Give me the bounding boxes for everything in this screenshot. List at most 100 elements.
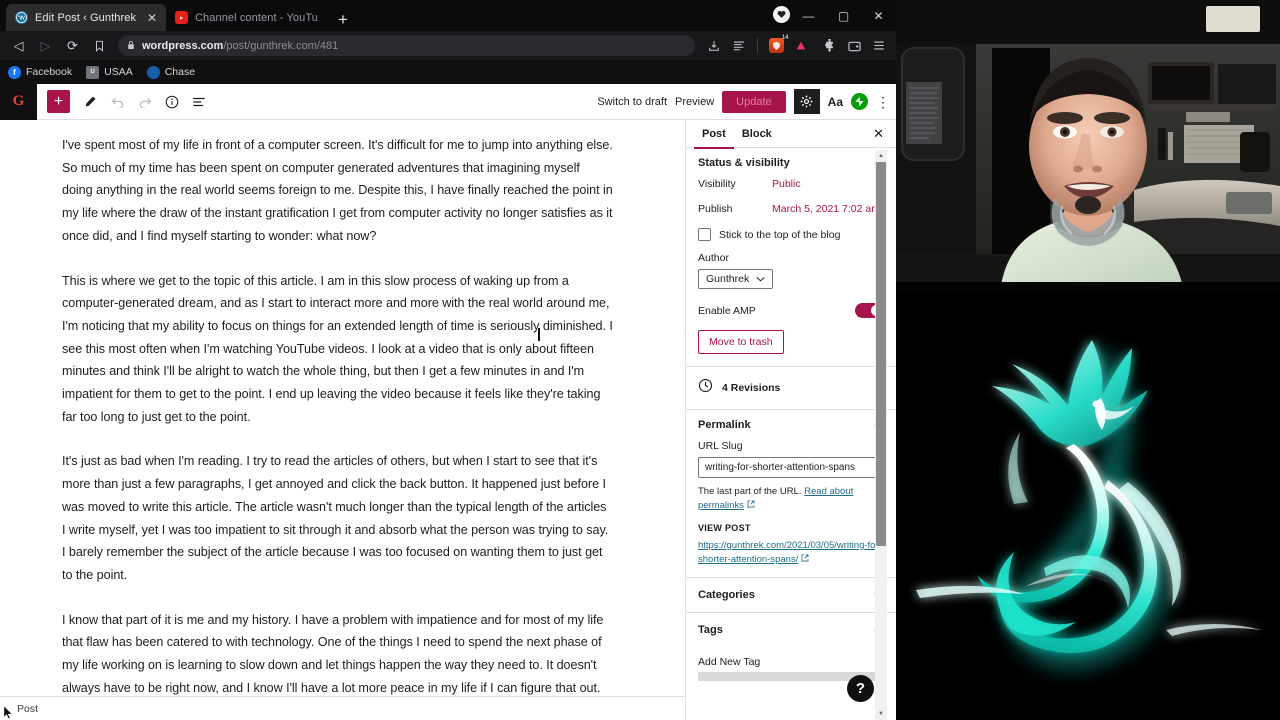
chevron-down-icon (756, 276, 765, 282)
shield-count-badge: 14 (781, 35, 789, 41)
typography-button[interactable]: Aa (828, 95, 843, 109)
external-link-icon (801, 554, 809, 565)
scroll-up-icon[interactable]: ▲ (875, 150, 887, 162)
text-caret (538, 328, 540, 341)
post-content-area[interactable]: I've spent most of my life in front of a… (0, 120, 685, 720)
jetpack-icon[interactable] (851, 93, 868, 110)
author-label: Author (698, 252, 729, 264)
post-paragraph[interactable]: It's just as bad when I'm reading. I try… (62, 450, 613, 586)
visibility-label: Visibility (698, 178, 736, 190)
add-block-button[interactable]: + (47, 90, 70, 113)
kebab-menu-icon[interactable]: ⋮ (876, 95, 890, 109)
wallet-icon[interactable] (843, 35, 865, 57)
maximize-button[interactable]: ▢ (826, 0, 861, 31)
fractal-dragon-artwork (896, 294, 1280, 720)
sticky-row[interactable]: Stick to the top of the blog (698, 228, 884, 241)
editor-body: I've spent most of my life in front of a… (0, 120, 896, 720)
status-and-visibility-panel: Status & visibility Visibility Public Pu… (686, 148, 896, 367)
tab-block[interactable]: Block (734, 120, 780, 148)
site-logo[interactable]: G (0, 83, 37, 120)
tags-title: Tags (698, 624, 723, 636)
tab-post[interactable]: Post (694, 120, 734, 149)
post-paragraph[interactable]: This is where we get to the topic of thi… (62, 270, 613, 429)
gear-icon[interactable] (793, 89, 820, 114)
download-icon[interactable] (703, 35, 725, 57)
bookmark-facebook[interactable]: f Facebook (8, 65, 72, 79)
undo-button[interactable] (105, 89, 130, 114)
help-button[interactable]: ? (847, 675, 874, 702)
publish-row: Publish March 5, 2021 7:02 am (698, 203, 884, 215)
view-post-label: VIEW POST (698, 523, 751, 533)
bookmark-icon[interactable] (87, 33, 112, 58)
browser-tab-wordpress[interactable]: Edit Post ‹ Gunthrek Media — W ✕ (6, 4, 166, 31)
bookmark-chase[interactable]: Chase (146, 65, 195, 79)
sidebar-scrollbar[interactable]: ▲ ▼ (875, 150, 887, 720)
chase-icon (146, 65, 160, 79)
url-slug-label: URL Slug (698, 440, 743, 452)
switch-to-draft-button[interactable]: Switch to draft (597, 96, 667, 108)
post-paragraph[interactable]: I know that part of it is me and my hist… (62, 609, 613, 700)
add-new-tag-label: Add New Tag (698, 656, 761, 668)
sticky-checkbox[interactable] (698, 228, 711, 241)
panel-title: Permalink (698, 419, 751, 431)
amp-label: Enable AMP (698, 304, 756, 317)
bookmark-label: USAA (104, 66, 133, 78)
wordpress-editor: G + Switch to draft Preview Update Aa ⋮ … (0, 83, 896, 720)
reload-icon[interactable]: ⟳ (60, 33, 85, 58)
details-info-button[interactable] (159, 89, 184, 114)
scroll-down-icon[interactable]: ▼ (875, 708, 887, 720)
author-select[interactable]: Gunthrek (698, 269, 774, 289)
divider (757, 38, 758, 53)
panel-title: Status & visibility (698, 157, 790, 169)
preview-button[interactable]: Preview (675, 96, 714, 108)
brave-rewards-top-icon[interactable] (773, 6, 790, 23)
revisions-row[interactable]: 4 Revisions (686, 367, 896, 410)
panel-header[interactable]: Permalink (698, 419, 884, 431)
view-post-link[interactable]: https://gunthrek.com/2021/03/05/writing-… (698, 540, 882, 565)
categories-panel[interactable]: Categories (686, 578, 896, 613)
redo-button[interactable] (132, 89, 157, 114)
address-bar[interactable]: wordpress.com/post/gunthrek.com/481 (118, 35, 695, 56)
bookmarks-bar: f Facebook U USAA Chase (0, 60, 896, 84)
extensions-icon[interactable] (818, 35, 840, 57)
url-slug-input[interactable] (698, 457, 884, 478)
back-icon[interactable]: ◁ (6, 33, 31, 58)
close-window-button[interactable]: ✕ (861, 0, 896, 31)
close-sidebar-icon[interactable]: ✕ (873, 126, 888, 142)
visibility-value[interactable]: Public (772, 178, 801, 190)
forward-icon[interactable]: ▷ (33, 33, 58, 58)
scrollbar-thumb[interactable] (876, 162, 886, 546)
facebook-icon: f (8, 65, 21, 79)
reading-list-icon[interactable] (728, 35, 750, 57)
new-tab-button[interactable]: + (338, 11, 348, 28)
helper-prefix: The last part of the URL. (698, 486, 802, 497)
bookmark-usaa[interactable]: U USAA (86, 65, 133, 79)
list-view-button[interactable] (186, 89, 211, 114)
move-to-trash-button[interactable]: Move to trash (698, 330, 784, 354)
revisions-label: 4 Revisions (722, 382, 781, 394)
visibility-row: Visibility Public (698, 178, 884, 190)
brave-rewards-icon[interactable] (790, 35, 812, 57)
close-icon[interactable]: ✕ (147, 12, 157, 24)
panel-header[interactable]: Status & visibility (698, 157, 884, 169)
tags-panel[interactable]: Tags (686, 613, 896, 647)
external-link-icon (747, 500, 755, 511)
browser-tab-youtube[interactable]: Channel content - YouTube Studio (166, 4, 326, 31)
sidebar-tabs: Post Block ✕ (686, 120, 896, 149)
update-button[interactable]: Update (722, 90, 786, 113)
permalink-panel: Permalink URL Slug The last part of the … (686, 410, 896, 578)
publish-value[interactable]: March 5, 2021 7:02 am (772, 203, 880, 215)
edit-tool-button[interactable] (78, 89, 103, 114)
mouse-cursor (3, 705, 14, 720)
breadcrumb: Post (0, 696, 685, 720)
settings-sidebar: Post Block ✕ Status & visibility Visibil… (685, 120, 896, 720)
screen-root: Edit Post ‹ Gunthrek Media — W ✕ Channel… (0, 0, 1280, 720)
browser-menu-icon[interactable] (868, 35, 890, 57)
brave-shields-icon[interactable]: 14 (765, 35, 789, 57)
breadcrumb-label: Post (17, 702, 39, 715)
minimize-button[interactable]: — (791, 0, 826, 31)
browser-tab-title: Edit Post ‹ Gunthrek Media — W (35, 11, 138, 24)
editor-toolbar: G + Switch to draft Preview Update Aa ⋮ (0, 83, 896, 120)
post-paragraph[interactable]: I've spent most of my life in front of a… (62, 134, 613, 248)
history-icon (698, 378, 713, 398)
